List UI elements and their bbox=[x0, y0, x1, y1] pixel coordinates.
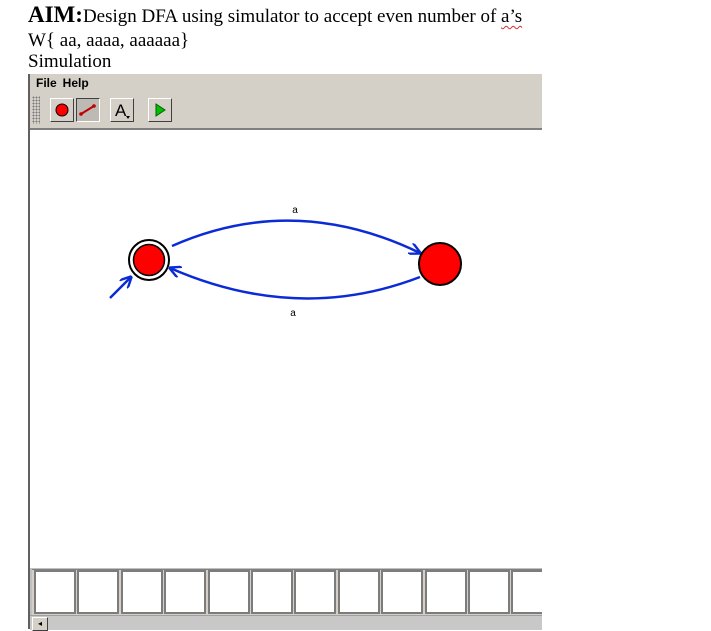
tape-cell[interactable] bbox=[468, 570, 510, 614]
tape-cell[interactable] bbox=[424, 570, 467, 614]
section-heading: Simulation bbox=[28, 51, 112, 72]
language-line: W{ aa, aaaa, aaaaaa} bbox=[28, 30, 190, 51]
transition-label-q0-q1: a bbox=[292, 205, 298, 216]
toolbar-grip[interactable] bbox=[32, 96, 40, 124]
run-icon bbox=[155, 103, 166, 117]
aim-line: AIM:Design DFA using simulator to accept… bbox=[28, 2, 522, 28]
transition-q0-q1[interactable] bbox=[171, 219, 420, 253]
toolbar: A bbox=[30, 92, 542, 129]
aim-label: AIM: bbox=[28, 2, 83, 27]
state-tool-button[interactable] bbox=[50, 98, 74, 122]
tape-cell[interactable] bbox=[381, 570, 424, 614]
tape-cell[interactable] bbox=[251, 570, 293, 614]
menu-help[interactable]: Help bbox=[63, 76, 89, 90]
tape-cell[interactable] bbox=[34, 570, 76, 614]
input-tape bbox=[32, 569, 542, 616]
diagram-canvas[interactable]: a a bbox=[30, 129, 542, 568]
state-tool-icon bbox=[55, 103, 69, 117]
tape-cell[interactable] bbox=[294, 570, 337, 614]
svg-text:A: A bbox=[115, 101, 127, 120]
dfa-diagram: a a bbox=[109, 205, 462, 319]
run-button[interactable] bbox=[148, 98, 172, 122]
state-q1[interactable] bbox=[418, 242, 462, 286]
text-tool-button[interactable]: A bbox=[110, 98, 134, 122]
dfa-simulator-window: File Help A a a ◂ bbox=[28, 74, 542, 631]
text-tool-icon: A bbox=[115, 101, 130, 120]
aim-text-flagged: a’s bbox=[501, 6, 523, 27]
start-arrow bbox=[109, 277, 131, 299]
aim-text: Design DFA using simulator to accept eve… bbox=[82, 6, 502, 27]
menubar: File Help bbox=[30, 74, 542, 92]
transition-tool-button[interactable] bbox=[76, 98, 100, 122]
transition-q1-q0[interactable] bbox=[170, 268, 421, 300]
tape-cell[interactable] bbox=[120, 570, 163, 614]
tape-cell[interactable] bbox=[207, 570, 250, 614]
state-q0-accepting[interactable] bbox=[128, 239, 170, 281]
tape-cell[interactable] bbox=[77, 570, 120, 614]
transition-tool-icon bbox=[79, 104, 96, 116]
tape-cell[interactable] bbox=[511, 570, 542, 614]
menu-file[interactable]: File bbox=[36, 76, 57, 90]
tape-cell[interactable] bbox=[164, 570, 207, 614]
horizontal-scrollbar[interactable]: ◂ bbox=[30, 615, 542, 631]
tape-cell[interactable] bbox=[337, 570, 380, 614]
transition-label-q1-q0: a bbox=[290, 308, 296, 319]
